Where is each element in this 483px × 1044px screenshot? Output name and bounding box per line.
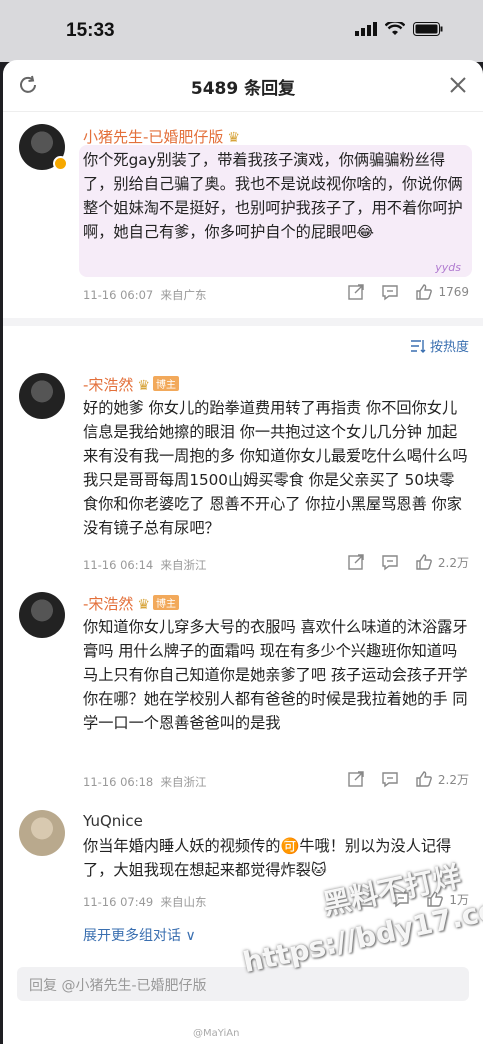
sort-label: 按热度: [429, 340, 469, 355]
author-tag: 博主: [152, 376, 179, 391]
comment-username[interactable]: -宋浩然 ♛ 博主: [83, 593, 179, 614]
status-bar: 15:33: [0, 0, 483, 62]
sheet-title: 5489 条回复: [190, 79, 296, 99]
comment-actions: 2.2万: [347, 770, 469, 788]
comment-actions: 1769: [347, 283, 469, 301]
comment-icon: [382, 772, 398, 788]
avatar[interactable]: [19, 592, 65, 638]
comment-button[interactable]: [381, 553, 399, 571]
share-button[interactable]: [347, 770, 365, 788]
username-text: 小猪先生-已婚肥仔版: [83, 128, 224, 146]
comment-actions: 2.2万: [347, 553, 469, 571]
expand-more-link[interactable]: 展开更多组对话 ∨: [83, 925, 196, 945]
like-button[interactable]: 2.2万: [415, 553, 469, 571]
comment-meta: 11-16 07:49 来自山东: [83, 894, 207, 910]
crown-icon: ♛: [227, 130, 240, 146]
comment-username[interactable]: 小猪先生-已婚肥仔版 ♛: [83, 126, 240, 147]
reply-input[interactable]: 回复 @小猪先生-已婚肥仔版: [17, 967, 469, 1001]
comment-date: 11-16 06:07: [83, 288, 154, 302]
comment-source: 来自浙江: [160, 775, 207, 789]
signal-icon: [355, 22, 377, 36]
comment-icon: [382, 285, 399, 301]
sort-icon: [410, 339, 426, 353]
like-count: 2.2万: [437, 555, 469, 570]
thumbs-up-icon: [416, 284, 433, 300]
username-text: -宋浩然: [83, 595, 134, 613]
thumbs-up-icon: [416, 554, 432, 570]
comment-source: 来自山东: [160, 895, 207, 909]
comment-date: 11-16 06:14: [83, 558, 154, 572]
sort-button[interactable]: 按热度: [410, 336, 469, 355]
crown-icon: ♛: [137, 378, 150, 394]
comment-meta: 11-16 06:07 来自广东: [83, 287, 207, 303]
comment-date: 11-16 07:49: [83, 895, 154, 909]
comment-button[interactable]: [381, 283, 399, 301]
verified-badge: [53, 156, 68, 171]
thumbs-up-icon: [416, 771, 432, 787]
sheet-header: 5489 条回复: [3, 60, 483, 112]
avatar[interactable]: [19, 373, 65, 419]
battery-icon: [413, 22, 443, 36]
close-icon[interactable]: [447, 74, 469, 96]
status-icons: [355, 22, 443, 36]
comment-username[interactable]: -宋浩然 ♛ 博主: [83, 374, 179, 395]
share-icon: [348, 554, 364, 570]
comment-text: 你知道你女儿穿多大号的衣服吗 喜欢什么味道的沐浴露牙膏吗 用什么牌子的面霜吗 现…: [83, 618, 468, 732]
reply-placeholder: 回复 @小猪先生-已婚肥仔版: [29, 978, 207, 994]
like-button[interactable]: 1769: [415, 283, 469, 301]
comment-source: 来自浙江: [160, 558, 207, 572]
comment-meta: 11-16 06:14 来自浙江: [83, 557, 207, 573]
like-count: 1769: [438, 285, 469, 299]
status-time: 15:33: [66, 20, 115, 41]
author-handle: @MaYiAn: [193, 1028, 240, 1039]
wifi-icon: [385, 22, 405, 35]
share-icon: [348, 284, 365, 300]
section-divider: [3, 318, 483, 326]
comment-username[interactable]: YuQnice: [83, 812, 143, 830]
comment-text: 好的她爹 你女儿的跆拳道费用转了再指责 你不回你女儿信息是我给她擦的眼泪 你一共…: [83, 399, 468, 537]
crown-icon: ♛: [137, 597, 150, 613]
share-button[interactable]: [347, 283, 365, 301]
comment-text: 你个死gay别装了，带着我孩子演戏，你俩骗骗粉丝得了，别给自己骗了奥。我也不是说…: [83, 151, 463, 241]
username-text: -宋浩然: [83, 376, 134, 394]
like-button[interactable]: 2.2万: [415, 770, 469, 788]
share-button[interactable]: [347, 553, 365, 571]
comment-source: 来自广东: [160, 288, 207, 302]
comment-date: 11-16 06:18: [83, 775, 154, 789]
username-text: YuQnice: [83, 812, 143, 830]
comment-meta: 11-16 06:18 来自浙江: [83, 774, 207, 790]
comment-icon: [382, 555, 398, 571]
share-icon: [348, 771, 364, 787]
signature-sticker: yyds: [435, 261, 461, 274]
like-count: 2.2万: [437, 772, 469, 787]
comment-button[interactable]: [381, 770, 399, 788]
author-tag: 博主: [152, 595, 179, 610]
avatar[interactable]: [19, 810, 65, 856]
